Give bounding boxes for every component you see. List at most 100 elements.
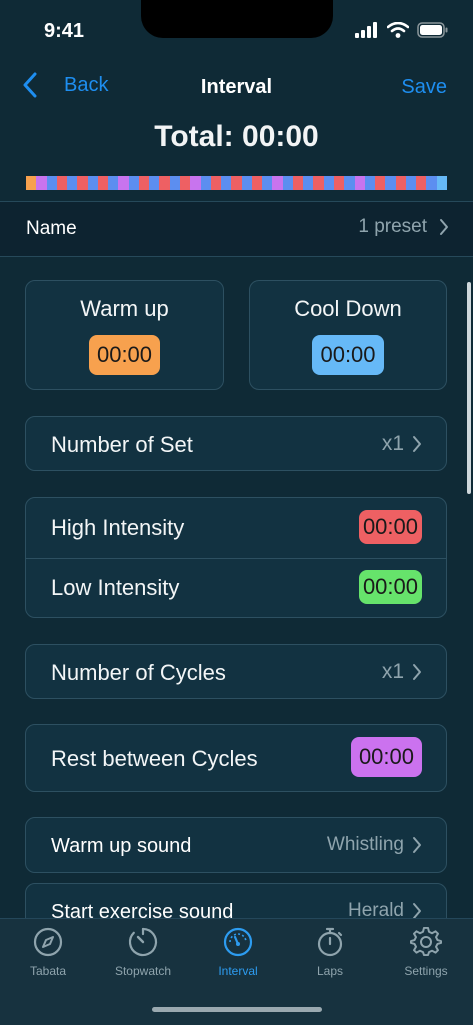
- strip-segment: [333, 176, 345, 190]
- rest-between-cycles-label: Rest between Cycles: [51, 746, 258, 771]
- number-of-cycles-label: Number of Cycles: [51, 660, 226, 685]
- strip-segment: [159, 176, 170, 190]
- number-of-set-label: Number of Set: [51, 432, 193, 457]
- tab-interval[interactable]: Interval: [191, 926, 285, 978]
- scrollbar[interactable]: [467, 282, 471, 494]
- warm-up-sound-row[interactable]: Warm up sound Whistling: [25, 817, 447, 873]
- tab-label: Laps: [316, 964, 344, 978]
- strip-segment: [385, 176, 396, 190]
- strip-segment: [364, 176, 376, 190]
- strip-segment: [354, 176, 365, 190]
- rest-between-cycles-time[interactable]: 00:00: [350, 737, 422, 777]
- high-intensity-label: High Intensity: [51, 515, 185, 540]
- strip-segment: [108, 176, 119, 190]
- strip-segment: [118, 176, 129, 190]
- warm-up-label: Warm up: [80, 296, 169, 321]
- strip-segment: [221, 176, 232, 190]
- cool-down-time[interactable]: 00:00: [312, 335, 384, 375]
- tab-label: Interval: [218, 964, 258, 978]
- chevron-right-icon: [413, 837, 421, 853]
- strip-segment: [56, 176, 68, 190]
- save-button[interactable]: Save: [401, 76, 447, 99]
- wifi-icon: [387, 22, 409, 38]
- tab-settings[interactable]: Settings: [379, 926, 473, 978]
- status-time: 9:41: [44, 20, 85, 42]
- strip-segment: [46, 176, 57, 190]
- warm-up-time[interactable]: 00:00: [88, 335, 161, 375]
- tab-label: Settings: [404, 964, 448, 978]
- strip-segment: [262, 176, 273, 190]
- strip-segment: [426, 176, 437, 190]
- tab-stopwatch[interactable]: Stopwatch: [96, 926, 190, 978]
- warm-up-card[interactable]: Warm up 00:00: [25, 280, 224, 390]
- strip-segment: [210, 176, 222, 190]
- device-notch: [141, 0, 333, 38]
- strip-segment: [251, 176, 263, 190]
- strip-segment: [231, 176, 242, 190]
- low-intensity-label: Low Intensity: [51, 575, 180, 600]
- strip-segment: [416, 176, 427, 190]
- warm-up-sound-value: Whistling: [326, 834, 404, 855]
- strip-segment: [282, 176, 293, 190]
- strip-segment: [179, 176, 191, 190]
- battery-icon: [417, 22, 448, 38]
- divider: [26, 558, 446, 559]
- strip-segment: [87, 176, 98, 190]
- strip-segment: [36, 176, 47, 190]
- chevron-right-icon: [413, 664, 421, 680]
- number-of-set-value-group[interactable]: x1: [382, 432, 422, 456]
- strip-segment: [77, 176, 88, 190]
- stopwatch-icon: [128, 927, 158, 957]
- tab-tabata[interactable]: Tabata: [1, 926, 95, 978]
- strip-segment: [292, 176, 304, 190]
- cellular-signal-icon: [355, 22, 377, 38]
- strip-segment: [97, 176, 109, 190]
- high-intensity-time[interactable]: 00:00: [358, 510, 422, 544]
- strip-segment: [303, 176, 314, 190]
- number-of-cycles-value-group[interactable]: x1: [382, 660, 422, 684]
- status-icons: [355, 22, 449, 38]
- strip-segment: [149, 176, 160, 190]
- total-time: Total: 00:00: [154, 120, 319, 153]
- tab-laps[interactable]: Laps: [283, 926, 377, 978]
- strip-segment: [169, 176, 180, 190]
- strip-segment: [67, 176, 78, 190]
- strip-segment: [313, 176, 324, 190]
- strip-segment: [323, 176, 334, 190]
- strip-segment: [395, 176, 406, 190]
- strip-segment: [436, 176, 447, 190]
- warm-up-sound-value-group[interactable]: Whistling: [327, 834, 422, 856]
- cool-down-card[interactable]: Cool Down 00:00: [249, 280, 447, 390]
- rest-between-cycles-row[interactable]: Rest between Cycles 00:00: [25, 724, 447, 792]
- cool-down-label: Cool Down: [294, 296, 402, 321]
- warm-up-sound-label: Warm up sound: [51, 835, 192, 857]
- name-label: Name: [26, 218, 77, 239]
- strip-segment: [375, 176, 386, 190]
- gear-icon: [410, 926, 442, 957]
- strip-segment: [405, 176, 417, 190]
- number-of-set-value: x1: [381, 432, 404, 455]
- number-of-cycles-value: x1: [381, 660, 404, 683]
- strip-segment: [190, 176, 201, 190]
- preset-selector[interactable]: 1 preset: [358, 216, 449, 238]
- strip-segment: [241, 176, 252, 190]
- number-of-set-row[interactable]: Number of Set x1: [25, 416, 447, 471]
- timer-icon: [317, 927, 343, 957]
- compass-icon: [33, 927, 63, 957]
- strip-segment: [272, 176, 283, 190]
- intensity-card: High Intensity 00:00 Low Intensity 00:00: [25, 497, 447, 618]
- strip-segment: [26, 176, 37, 190]
- divider: [0, 256, 473, 257]
- strip-segment: [344, 176, 355, 190]
- number-of-cycles-row[interactable]: Number of Cycles x1: [25, 644, 447, 699]
- strip-segment: [128, 176, 139, 190]
- chevron-right-icon: [413, 436, 421, 452]
- preset-value: 1 preset: [358, 216, 427, 237]
- interval-timeline-strip: [26, 176, 447, 190]
- strip-segment: [200, 176, 211, 190]
- gauge-icon: [223, 927, 253, 957]
- home-indicator: [152, 1007, 322, 1012]
- low-intensity-time[interactable]: 00:00: [358, 570, 422, 604]
- chevron-right-icon: [440, 219, 448, 235]
- tab-label: Stopwatch: [114, 964, 172, 978]
